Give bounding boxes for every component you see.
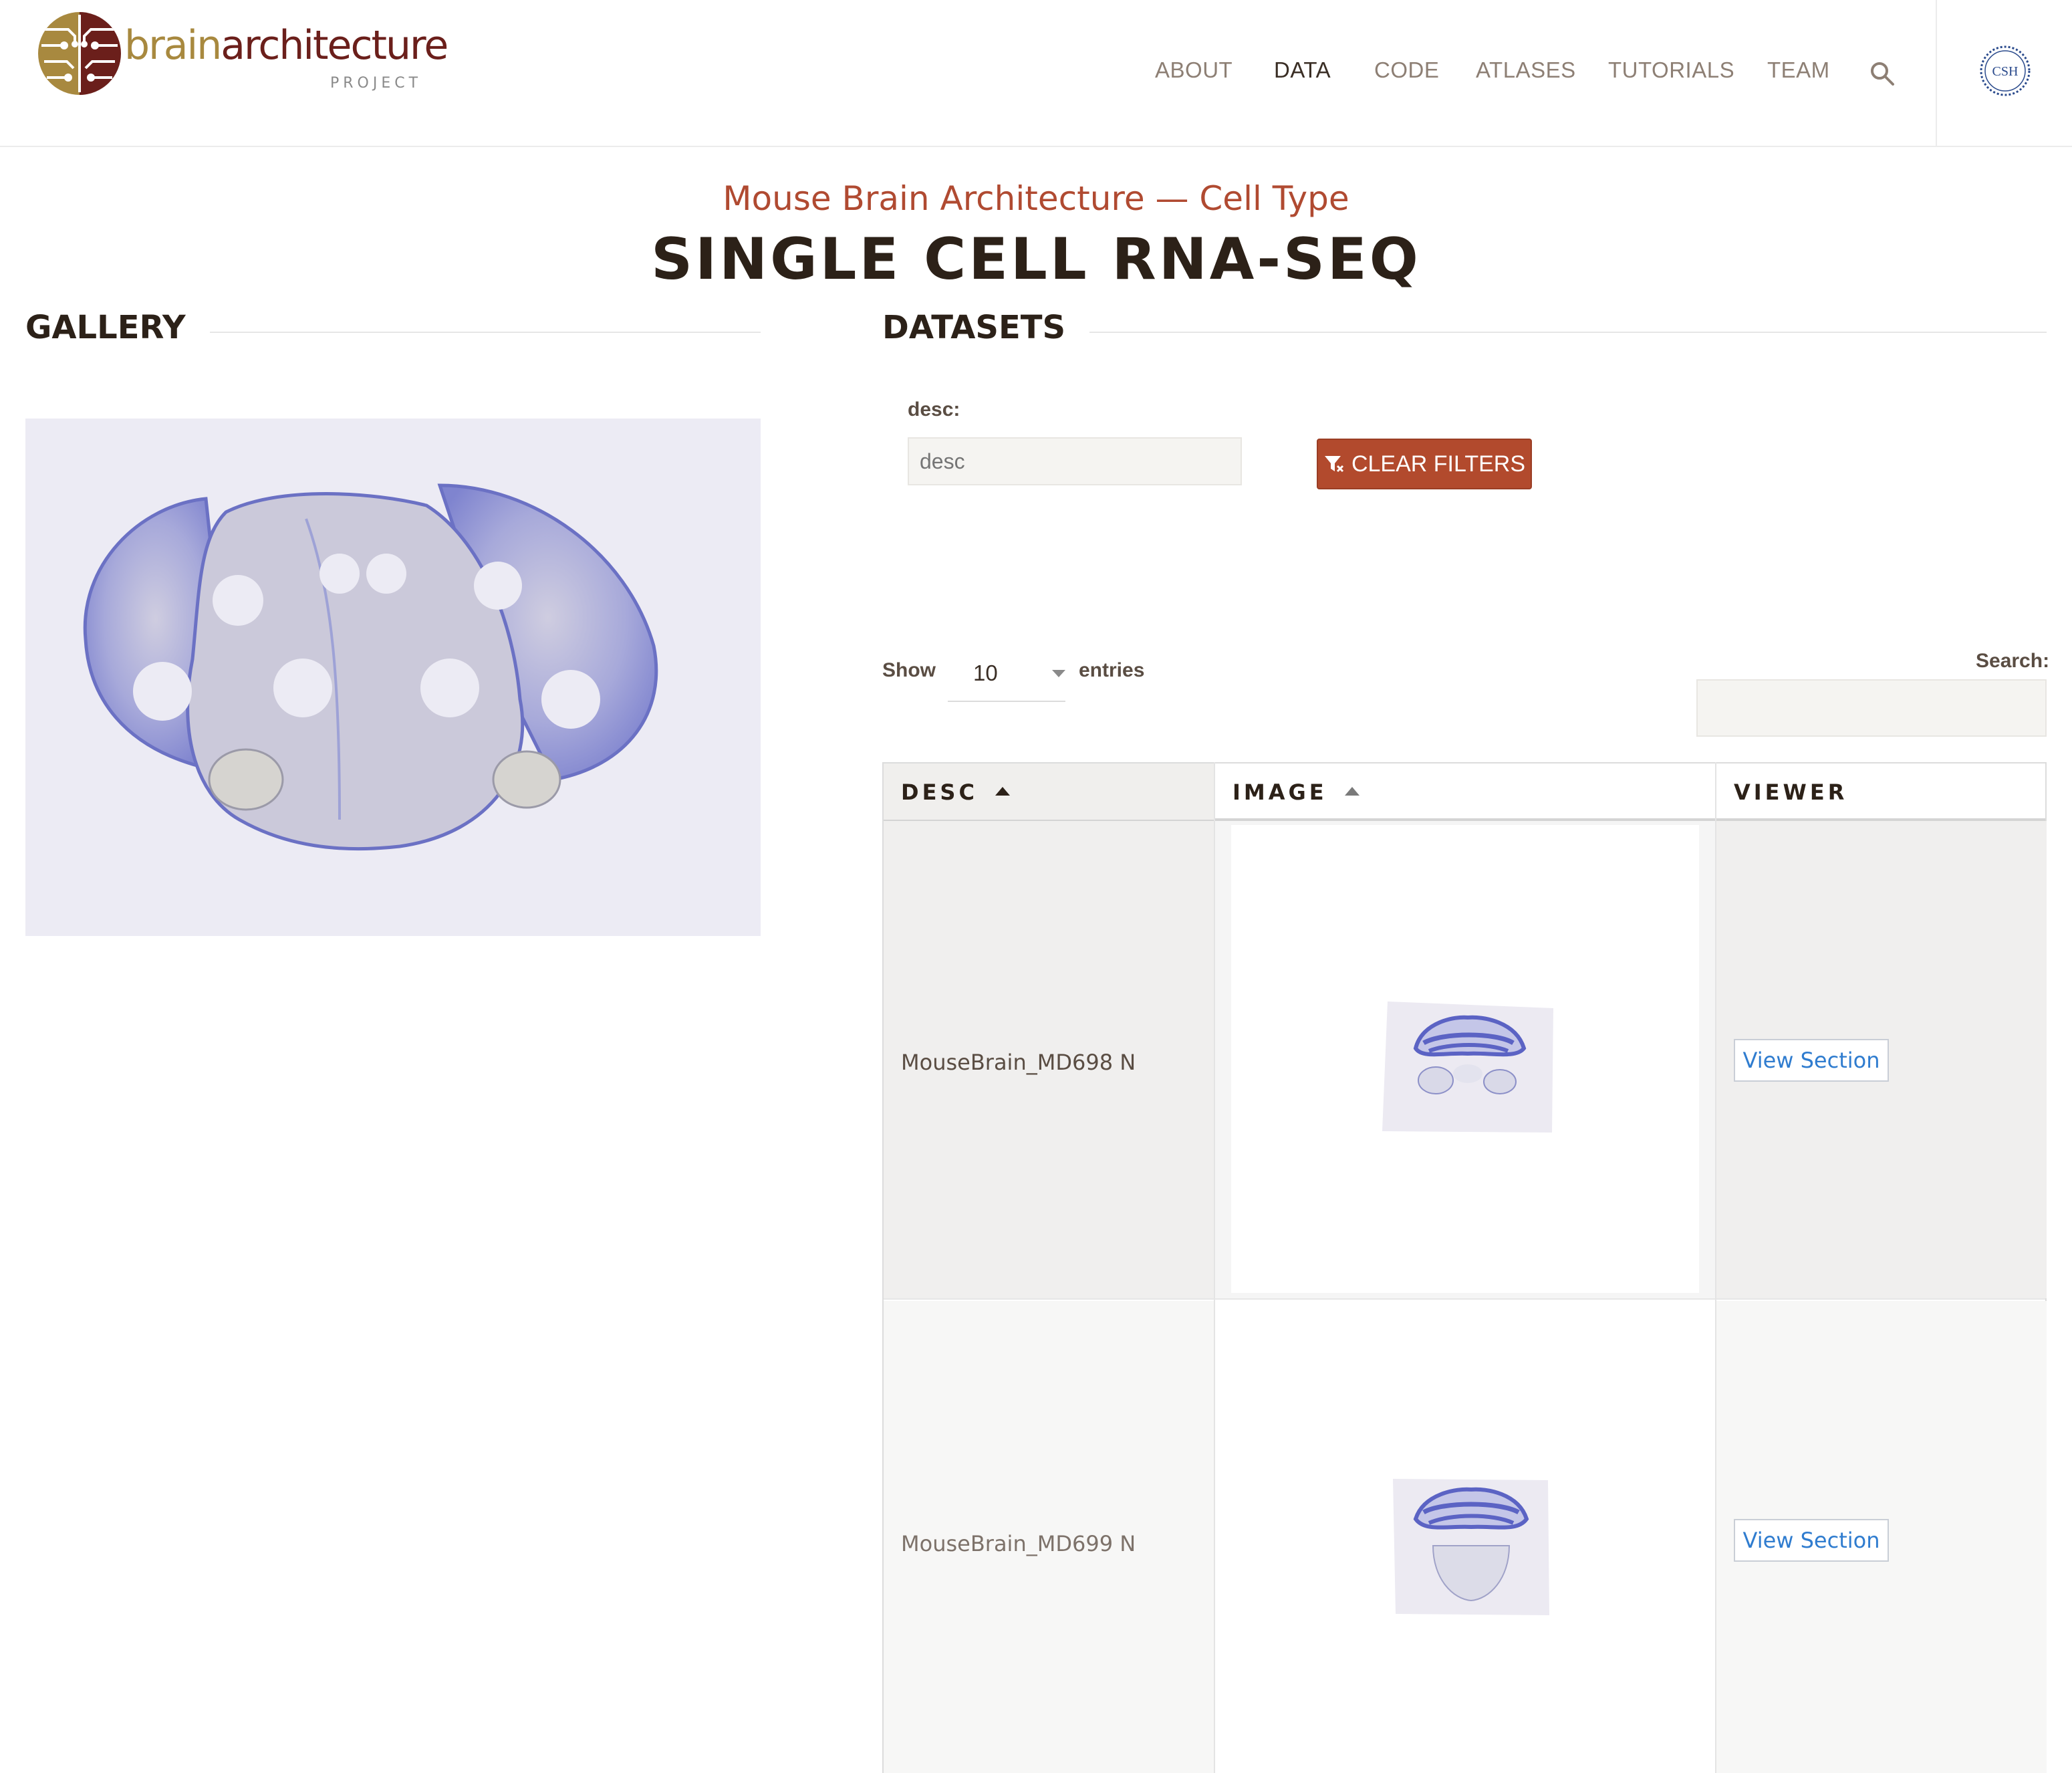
sort-asc-icon (1344, 787, 1359, 796)
brain-circuit-logo-icon (38, 12, 121, 95)
datasets-table: DESC IMAGE VIEWER MouseBrain_MD698 N Vie… (882, 762, 2047, 1773)
column-header-viewer: VIEWER (1716, 763, 2047, 820)
table-search-label: Search: (1976, 650, 2050, 672)
column-header-viewer-label: VIEWER (1734, 780, 1848, 805)
dataset-desc: MouseBrain_MD699 N (901, 1531, 1136, 1556)
entries-label: entries (1079, 659, 1145, 681)
column-header-image-label: IMAGE (1233, 780, 1327, 805)
logo-wordmark: brainarchitecture (124, 22, 448, 69)
nav-item-code[interactable]: CODE (1374, 57, 1439, 83)
chevron-down-icon (1052, 670, 1065, 677)
logo-project-text: PROJECT (330, 75, 422, 92)
column-separator (1214, 762, 1215, 1773)
datasets-heading: DATASETS (882, 309, 1090, 346)
table-row: MouseBrain_MD699 N View Section (884, 1301, 2047, 1773)
gallery-heading: GALLERY (25, 309, 210, 346)
nav-item-atlases[interactable]: ATLASES (1476, 57, 1576, 83)
nav-item-tutorials[interactable]: TUTORIALS (1608, 57, 1734, 83)
desc-filter-input[interactable] (908, 437, 1242, 485)
desc-filter-label: desc: (908, 398, 960, 421)
header-divider (1936, 0, 1937, 147)
table-search-input[interactable] (1696, 679, 2047, 737)
view-section-button[interactable]: View Section (1734, 1039, 1889, 1082)
csh-logo-text: CSH (1992, 64, 2019, 79)
page-title: SINGLE CELL RNA-SEQ (651, 226, 1421, 293)
view-section-button[interactable]: View Section (1734, 1519, 1889, 1562)
desc-cell: MouseBrain_MD699 N (884, 1301, 1214, 1773)
gallery-brain-section-image[interactable] (25, 419, 761, 936)
column-header-desc-label: DESC (901, 780, 978, 805)
column-separator (1715, 762, 1716, 1773)
brain-section-illustration (25, 419, 761, 936)
sort-asc-icon (995, 787, 1010, 796)
logo-word-brain: brain (124, 22, 222, 69)
csh-logo[interactable]: CSH (1978, 44, 2032, 98)
brain-section-thumbnail[interactable] (1393, 1479, 1549, 1615)
image-cell (1215, 1301, 1715, 1773)
image-cell (1215, 821, 1715, 1298)
desc-cell: MouseBrain_MD698 N (884, 821, 1214, 1298)
filter-icon (1324, 456, 1343, 473)
clear-filters-button[interactable]: CLEAR FILTERS (1317, 439, 1532, 489)
viewer-cell: View Section (1716, 1301, 2047, 1773)
page-subtitle: Mouse Brain Architecture — Cell Type (723, 179, 1349, 218)
thumbnail-frame (1231, 825, 1699, 1293)
brain-architecture-logo[interactable]: brainarchitecture PROJECT (37, 7, 448, 100)
table-row: MouseBrain_MD698 N View Section (884, 821, 2047, 1300)
entries-per-page-value: 10 (973, 661, 998, 685)
dataset-desc: MouseBrain_MD698 N (901, 1050, 1136, 1075)
show-label: Show (882, 659, 936, 681)
search-icon[interactable] (1869, 60, 1896, 87)
nav-item-data[interactable]: DATA (1274, 57, 1331, 83)
nav-item-team[interactable]: TEAM (1767, 57, 1830, 83)
nav-item-about[interactable]: ABOUT (1155, 57, 1233, 83)
entries-per-page-select[interactable]: 10 (948, 653, 1065, 702)
column-header-desc[interactable]: DESC (884, 763, 1214, 820)
table-header: DESC IMAGE VIEWER (884, 762, 2045, 821)
viewer-cell: View Section (1716, 821, 2047, 1298)
clear-filters-label: CLEAR FILTERS (1351, 451, 1526, 477)
csh-seal-icon: CSH (1980, 45, 2031, 96)
column-header-image[interactable]: IMAGE (1215, 763, 1715, 820)
brain-section-thumbnail[interactable] (1382, 1001, 1553, 1133)
site-header: brainarchitecture PROJECT ABOUT DATA COD… (0, 0, 2072, 147)
logo-word-architecture: architecture (221, 22, 448, 69)
